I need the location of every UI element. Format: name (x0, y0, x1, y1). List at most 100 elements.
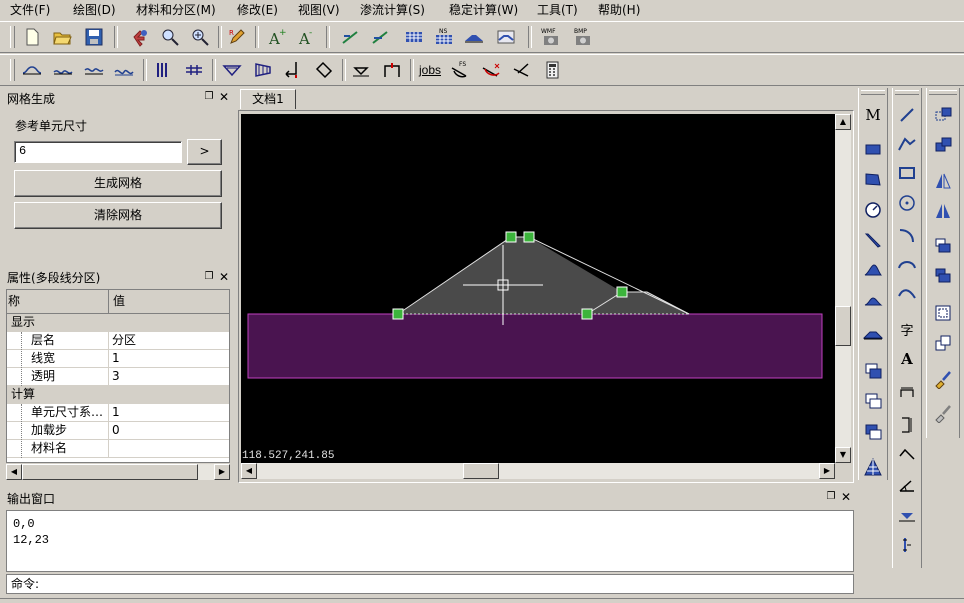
property-row[interactable]: 单元尺寸系… 1 (7, 404, 229, 422)
dim-vertical-icon[interactable] (893, 412, 921, 438)
dial-icon[interactable] (859, 197, 887, 223)
dim-angle-2-icon[interactable] (893, 472, 921, 498)
generate-mesh-button[interactable]: 生成网格 (14, 170, 222, 197)
calculator-icon[interactable] (540, 58, 564, 82)
vertical-lines-icon[interactable] (151, 58, 175, 82)
layer-stack-2-icon[interactable] (859, 419, 887, 445)
scale-2-icon[interactable] (929, 330, 957, 356)
polyline-icon[interactable] (893, 131, 921, 157)
layer-copy-icon[interactable] (859, 358, 887, 384)
menu-file[interactable]: 文件(F) (10, 1, 50, 18)
brush-icon[interactable] (929, 366, 957, 392)
menu-tools[interactable]: 工具(T) (537, 1, 578, 18)
close-icon[interactable]: ✕ (840, 491, 852, 503)
ref-size-input[interactable]: 6 (14, 141, 182, 163)
font-smaller-icon[interactable]: A- (294, 25, 318, 49)
property-row[interactable]: 材料名 (7, 440, 229, 458)
scroll-thumb[interactable] (835, 306, 851, 346)
property-row[interactable]: 层名 分区 (7, 332, 229, 350)
scroll-left-icon[interactable]: ◀ (241, 463, 257, 479)
pan-hand-icon[interactable] (128, 25, 152, 49)
zone-rectangle[interactable] (247, 313, 823, 379)
slip-circle-icon[interactable] (479, 58, 503, 82)
clear-mesh-button[interactable]: 清除网格 (14, 202, 222, 229)
slope-fill-2-icon[interactable] (859, 287, 887, 313)
text-a-icon[interactable]: A (893, 346, 921, 372)
curve-1-icon[interactable] (20, 58, 44, 82)
slope-fill-icon[interactable] (859, 257, 887, 283)
menu-draw[interactable]: 绘图(D) (73, 1, 116, 18)
dim-angle-icon[interactable] (893, 443, 921, 469)
property-row[interactable]: 加载步 0 (7, 422, 229, 440)
arc-icon[interactable] (893, 221, 921, 247)
fs-slip-icon[interactable]: FS (448, 58, 472, 82)
close-icon[interactable]: ✕ (218, 91, 230, 103)
stretch-2-icon[interactable] (929, 262, 957, 288)
curve-3-icon[interactable] (82, 58, 106, 82)
dim-triangle-icon[interactable] (893, 502, 921, 528)
menu-seepage[interactable]: 渗流计算(S) (360, 1, 425, 18)
layer-stack-icon[interactable] (859, 388, 887, 414)
vertex-handle[interactable] (392, 308, 404, 320)
slip-plane-icon[interactable] (510, 58, 534, 82)
property-group-display[interactable]: 显示 (7, 314, 229, 332)
text-icon[interactable]: 字 (893, 316, 921, 342)
tab-document[interactable]: 文档1 (240, 89, 296, 109)
copy-icon[interactable] (929, 132, 957, 158)
column-header-value[interactable]: 值 (109, 290, 229, 314)
bmp-camera-icon[interactable]: BMP (571, 25, 595, 49)
grid-triangle-icon[interactable] (859, 454, 887, 480)
arc-2-icon[interactable] (893, 250, 921, 276)
line-check-icon[interactable] (368, 25, 392, 49)
property-row[interactable]: 线宽 1 (7, 350, 229, 368)
vertex-handle[interactable] (616, 286, 628, 298)
point-force-icon[interactable] (280, 58, 304, 82)
drawing-canvas[interactable] (241, 114, 835, 463)
bracket-icon[interactable] (380, 58, 404, 82)
menu-view[interactable]: 视图(V) (298, 1, 340, 18)
edit-pencil-icon[interactable]: R (225, 25, 249, 49)
curve-icon[interactable] (893, 280, 921, 306)
circle-icon[interactable] (893, 190, 921, 216)
canvas-vscrollbar[interactable]: ▲ ▼ (835, 114, 851, 463)
mtext-icon[interactable]: M (859, 102, 887, 128)
apply-size-button[interactable]: > (187, 139, 222, 165)
restore-icon[interactable]: ❐ (203, 271, 215, 283)
restore-icon[interactable]: ❐ (203, 91, 215, 103)
line-icon[interactable] (893, 102, 921, 128)
rectangle-draw-icon[interactable] (893, 160, 921, 186)
canvas-hscrollbar[interactable]: ◀ ▶ (241, 463, 835, 479)
scroll-down-icon[interactable]: ▼ (835, 447, 851, 463)
move-copy-icon[interactable] (929, 102, 957, 128)
open-folder-icon[interactable] (50, 25, 74, 49)
zoom-window-icon[interactable] (158, 25, 182, 49)
anchor-icon[interactable] (312, 58, 336, 82)
dim-vertical-2-icon[interactable] (893, 532, 921, 558)
scroll-thumb[interactable] (463, 463, 499, 479)
jobs-icon[interactable]: jobs (416, 58, 444, 82)
water-table-icon[interactable] (349, 58, 373, 82)
ns-grid-icon[interactable]: NS (432, 25, 456, 49)
property-group-calc[interactable]: 计算 (7, 386, 229, 404)
scroll-right-icon[interactable]: ▶ (819, 463, 835, 479)
dim-horizontal-icon[interactable] (893, 380, 921, 406)
font-larger-icon[interactable]: A + (264, 25, 288, 49)
properties-scrollbar[interactable]: ◀ ▶ (6, 464, 230, 480)
polygon-icon[interactable] (859, 166, 887, 192)
trapezoid-icon[interactable] (859, 321, 887, 347)
slope-wave-icon[interactable] (494, 25, 518, 49)
scroll-up-icon[interactable]: ▲ (835, 114, 851, 130)
close-icon[interactable]: ✕ (218, 271, 230, 283)
horizontal-lines-icon[interactable] (182, 58, 206, 82)
stretch-icon[interactable] (929, 232, 957, 258)
new-file-icon[interactable] (20, 25, 44, 49)
menu-help[interactable]: 帮助(H) (598, 1, 640, 18)
scroll-thumb[interactable] (22, 464, 198, 480)
menu-material[interactable]: 材料和分区(M) (136, 1, 216, 18)
grid-table-icon[interactable] (402, 25, 426, 49)
scroll-left-icon[interactable]: ◀ (6, 464, 22, 480)
eraser-brush-icon[interactable] (929, 400, 957, 426)
triangle-load-icon[interactable] (251, 58, 275, 82)
vertex-handle[interactable] (523, 231, 535, 243)
save-icon[interactable] (82, 25, 106, 49)
